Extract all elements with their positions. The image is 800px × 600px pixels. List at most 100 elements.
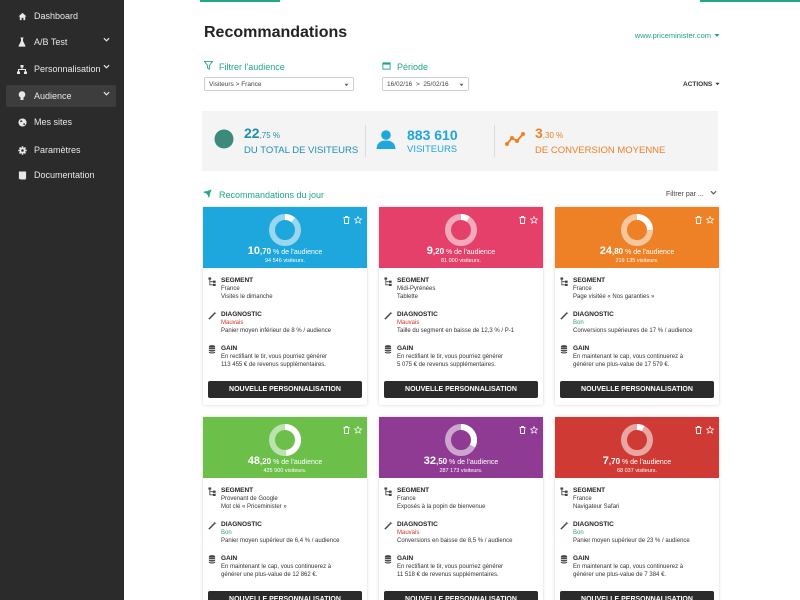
- trash-icon[interactable]: [343, 211, 350, 229]
- diagnostic-label: DIAGNOSTIC: [397, 521, 438, 528]
- diagnostic-status: Bon: [573, 320, 584, 326]
- segment-icon: [384, 487, 393, 498]
- share-decimal: ,70: [608, 457, 621, 466]
- stats-band: 22,75 % DU TOTAL DE VISITEURS 883 610 VI…: [202, 111, 718, 171]
- gain-label: GAIN: [573, 345, 590, 352]
- segment-label: SEGMENT: [397, 277, 430, 284]
- audience-share-text: 24,80 % de l'audience: [555, 245, 719, 257]
- new-personalization-button[interactable]: NOUVELLE PERSONNALISATION: [560, 381, 714, 398]
- visitors-count: 425 900 visiteurs.: [263, 468, 307, 474]
- gain-line: En maintenant le cap, vous continuerez à: [573, 354, 684, 360]
- sidebar-item-label: Personnalisation: [34, 64, 101, 74]
- new-personalization-button[interactable]: NOUVELLE PERSONNALISATION: [560, 591, 714, 600]
- recommendation-card: 32,50 % de l'audience 287 173 visiteurs.…: [379, 417, 543, 600]
- trash-icon[interactable]: [695, 421, 702, 439]
- audience-select[interactable]: Visiteurs > France: [204, 77, 354, 91]
- recommendation-card: 7,70 % de l'audience 68 037 visiteurs. S…: [555, 417, 719, 600]
- diagnostic-text: Conversions en baisse de 8,5 % / audienc…: [397, 538, 513, 544]
- visitors-count: 81 000 visiteurs.: [440, 258, 482, 264]
- sidebar-item-label: Documentation: [34, 170, 95, 180]
- new-personalization-button[interactable]: NOUVELLE PERSONNALISATION: [208, 591, 362, 600]
- card-header: 24,80 % de l'audience 219 135 visiteurs.: [555, 207, 719, 268]
- diagnostic-text: Panier moyen inférieur de 8 % / audience: [221, 328, 332, 334]
- sidebar-item-parametres[interactable]: Paramètres: [6, 139, 116, 161]
- gain-label: GAIN: [573, 555, 590, 562]
- stat-share-label: DU TOTAL DE VISITEURS: [244, 145, 359, 156]
- recommendation-card: 24,80 % de l'audience 219 135 visiteurs.…: [555, 207, 719, 405]
- caret-down-icon: [459, 82, 464, 89]
- new-personalization-button[interactable]: NOUVELLE PERSONNALISATION: [384, 591, 538, 600]
- filter-by-label: Filtrer par ...: [666, 190, 704, 198]
- gain-line: 113 455 € de revenus supplémentaires.: [221, 362, 326, 368]
- sidebar-item-ab-test[interactable]: A/B Test: [6, 31, 116, 53]
- period-select-value: 16/02/16 > 25/02/16: [387, 80, 449, 88]
- magic-wand-icon: [208, 311, 217, 322]
- sidebar-item-dashboard[interactable]: Dashboard: [6, 5, 116, 27]
- sidebar-item-documentation[interactable]: Documentation: [6, 164, 116, 186]
- new-personalization-button[interactable]: NOUVELLE PERSONNALISATION: [384, 381, 538, 398]
- book-icon: [15, 170, 29, 180]
- diagnostic-label: DIAGNOSTIC: [573, 521, 614, 528]
- trend-chart-icon: [505, 131, 525, 152]
- actions-menu[interactable]: ACTIONS: [683, 81, 720, 88]
- rocket-icon: [203, 189, 212, 200]
- share-value: 48: [247, 455, 260, 467]
- star-icon[interactable]: [353, 421, 363, 439]
- caret-down-icon: [715, 81, 720, 88]
- trash-icon[interactable]: [519, 421, 526, 439]
- star-icon[interactable]: [705, 211, 715, 229]
- sidebar-item-audience[interactable]: Audience: [6, 85, 116, 107]
- magic-wand-icon: [560, 311, 569, 322]
- segment-line: France: [221, 286, 240, 292]
- star-icon[interactable]: [529, 421, 539, 439]
- top-accent: [700, 0, 800, 2]
- segment-line: Mot clé « Priceminister »: [221, 504, 287, 510]
- share-decimal: ,50: [435, 457, 448, 466]
- sidebar-item-mes-sites[interactable]: Mes sites: [6, 111, 116, 133]
- share-decimal: ,70: [259, 247, 272, 256]
- audience-share-text: 48,20 % de l'audience: [203, 455, 367, 467]
- chevron-down-icon: [103, 90, 110, 97]
- gain-label: GAIN: [397, 345, 414, 352]
- diagnostic-text: Conversions supérieures de 17 % / audien…: [573, 328, 693, 334]
- diagnostic-label: DIAGNOSTIC: [397, 311, 438, 318]
- star-icon[interactable]: [529, 211, 539, 229]
- trash-icon[interactable]: [519, 211, 526, 229]
- audience-filter-label: Filtrer l'audience: [203, 61, 285, 72]
- star-icon[interactable]: [353, 211, 363, 229]
- divider: [494, 125, 495, 157]
- gain-line: générer une plus-value de 17 579 €.: [573, 362, 670, 368]
- gain-line: 5 075 € de revenus supplémentaires.: [397, 362, 496, 368]
- sidebar-item-personnalisation[interactable]: Personnalisation: [6, 58, 116, 80]
- card-header: 48,20 % de l'audience 425 900 visiteurs.: [203, 417, 367, 478]
- card-header: 7,70 % de l'audience 68 037 visiteurs.: [555, 417, 719, 478]
- trash-icon[interactable]: [695, 211, 702, 229]
- period-filter-label: Période: [382, 61, 428, 72]
- new-personalization-button[interactable]: NOUVELLE PERSONNALISATION: [208, 381, 362, 398]
- share-value: 24: [599, 245, 612, 257]
- audience-share-text: 9,20 % de l'audience: [379, 245, 543, 257]
- trash-icon[interactable]: [343, 421, 350, 439]
- segment-icon: [208, 487, 217, 498]
- diagnostic-status: Bon: [221, 530, 232, 536]
- sidebar-item-label: Mes sites: [34, 117, 73, 127]
- share-suffix: % de l'audience: [271, 459, 323, 466]
- gain-line: générer une plus-value de 7 384 €.: [573, 572, 667, 578]
- filter-by-dropdown[interactable]: Filtrer par ...: [666, 190, 717, 198]
- gain-label: GAIN: [221, 345, 238, 352]
- donut-track: [445, 214, 477, 246]
- visitors-count: 287 173 visiteurs.: [439, 468, 483, 474]
- stat-share-decimal: ,75 %: [259, 131, 281, 140]
- segment-label: SEGMENT: [221, 277, 254, 284]
- user-icon: [376, 129, 396, 154]
- gain-line: En maintenant le cap, vous continuerez à: [573, 564, 684, 570]
- magic-wand-icon: [384, 521, 393, 532]
- site-selector[interactable]: www.priceminister.com: [635, 31, 720, 40]
- segment-line: France: [573, 286, 592, 292]
- stat-share-value: 22: [244, 125, 260, 141]
- diagnostic-label: DIAGNOSTIC: [573, 311, 614, 318]
- segment-line: Page visitée « Nos garanties »: [573, 294, 655, 300]
- star-icon[interactable]: [705, 421, 715, 439]
- period-select[interactable]: 16/02/16 > 25/02/16: [382, 77, 469, 91]
- gain-line: En rectifiant le tir, vous pourriez géné…: [397, 354, 504, 360]
